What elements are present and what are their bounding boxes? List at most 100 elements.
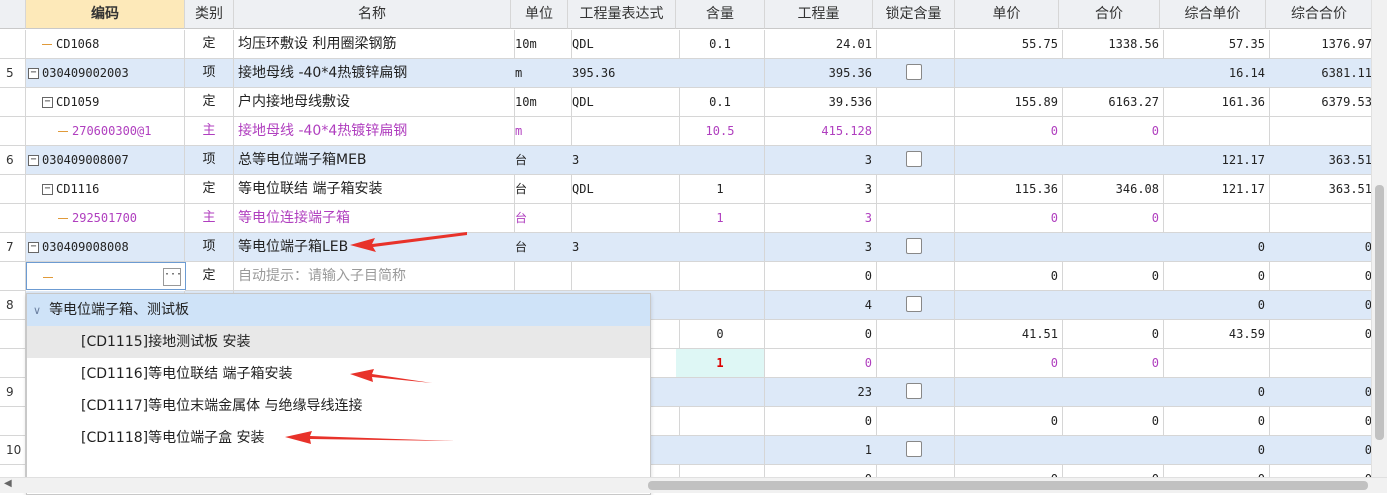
cell-price[interactable] [955, 233, 1063, 262]
cell-unit[interactable]: m [511, 117, 572, 146]
cell-expr[interactable] [568, 262, 680, 291]
table-row[interactable]: 6−030409008007 项总等电位端子箱MEB 台 3 3 121.17 363.51 [0, 146, 1372, 175]
cell-type[interactable]: 定 [185, 175, 234, 204]
cell-amount[interactable]: 0 [765, 349, 877, 378]
cell-lock[interactable] [873, 30, 955, 59]
cell-expr[interactable]: 3 [568, 233, 680, 262]
cell-total[interactable]: 0 [1059, 117, 1164, 146]
cell-unit[interactable]: m [511, 59, 572, 88]
cell-price[interactable] [955, 378, 1063, 407]
cell-cprice[interactable]: 0 [1160, 262, 1270, 291]
cell-ctotal[interactable]: 0 [1266, 262, 1372, 291]
dropdown-item-cd1115[interactable]: [CD1115]接地测试板 安装 [27, 326, 650, 358]
cell-lock[interactable] [873, 349, 955, 378]
cell-lock[interactable] [873, 175, 955, 204]
table-row[interactable]: 5−030409002003 项接地母线 -40*4热镀锌扁钢 m 395.36 395… [0, 59, 1372, 88]
cell-expr[interactable]: 395.36 [568, 59, 680, 88]
cell-amount[interactable]: 23 [765, 378, 877, 407]
table-row[interactable]: 7−030409008008 项等电位端子箱LEB 台 3 3 0 0 [0, 233, 1372, 262]
cell-amount[interactable]: 415.128 [765, 117, 877, 146]
cell-amount[interactable]: 3 [765, 146, 877, 175]
cell-lock[interactable] [873, 233, 955, 262]
cell-expr[interactable]: QDL [568, 30, 680, 59]
header-expr[interactable]: 工程量表达式 [568, 0, 676, 29]
cell-lock[interactable] [873, 59, 955, 88]
cell-total[interactable] [1059, 59, 1164, 88]
cell-total[interactable] [1059, 146, 1164, 175]
cell-price[interactable]: 0 [955, 204, 1063, 233]
cell-qty[interactable]: 0.1 [676, 88, 765, 117]
collapse-toggle-icon[interactable]: − [28, 155, 39, 166]
cell-qty[interactable] [676, 233, 765, 262]
cell-unit[interactable]: 台 [511, 233, 572, 262]
cell-expr[interactable]: QDL [568, 88, 680, 117]
cell-total[interactable]: 1338.56 [1059, 30, 1164, 59]
cell-total[interactable]: 346.08 [1059, 175, 1164, 204]
cell-name[interactable]: 户内接地母线敷设 [234, 88, 515, 117]
cell-amount[interactable]: 395.36 [765, 59, 877, 88]
cell-price[interactable]: 0 [955, 349, 1063, 378]
cell-qty[interactable] [676, 146, 765, 175]
cell-ctotal[interactable]: 0 [1266, 320, 1372, 349]
header-ctotal[interactable]: 综合合价 [1266, 0, 1372, 29]
cell-price[interactable] [955, 146, 1063, 175]
cell-lock[interactable] [873, 204, 955, 233]
lock-checkbox[interactable] [905, 63, 922, 80]
horizontal-scrollbar[interactable]: ◀ [0, 477, 1387, 493]
cell-unit[interactable]: 台 [511, 204, 572, 233]
header-lock[interactable]: 锁定含量 [873, 0, 955, 29]
header-total[interactable]: 合价 [1059, 0, 1160, 29]
cell-type[interactable]: 主 [185, 117, 234, 146]
cell-qty[interactable] [676, 407, 765, 436]
collapse-toggle-icon[interactable]: − [42, 97, 53, 108]
header-qty[interactable]: 含量 [676, 0, 765, 29]
cell-code[interactable]: − CD1116 [26, 175, 185, 204]
cell-cprice[interactable]: 121.17 [1160, 146, 1270, 175]
vertical-scrollbar[interactable] [1371, 0, 1387, 478]
cell-name[interactable]: 均压环敷设 利用圈梁钢筋 [234, 30, 515, 59]
cell-amount[interactable]: 1 [765, 436, 877, 465]
cell-unit[interactable]: 10m [511, 30, 572, 59]
cell-price[interactable]: 0 [955, 117, 1063, 146]
header-amount[interactable]: 工程量 [765, 0, 873, 29]
cell-qty[interactable]: 1 [676, 349, 765, 378]
cell-type[interactable]: 主 [185, 204, 234, 233]
cell-cprice[interactable]: 121.17 [1160, 175, 1270, 204]
cell-expr[interactable]: 3 [568, 146, 680, 175]
header-cprice[interactable]: 综合单价 [1160, 0, 1266, 29]
cell-total[interactable]: 0 [1059, 204, 1164, 233]
cell-price[interactable] [955, 59, 1063, 88]
cell-code[interactable]: 27060030​0@1 [26, 117, 185, 146]
cell-name[interactable]: 等电位连接端子箱 [234, 204, 515, 233]
cell-cprice[interactable] [1160, 204, 1270, 233]
cell-code[interactable]: 292501700 [26, 204, 185, 233]
cell-code[interactable]: CD1068 [26, 30, 185, 59]
cell-total[interactable]: 0 [1059, 349, 1164, 378]
collapse-toggle-icon[interactable]: − [42, 184, 53, 195]
lock-checkbox[interactable] [905, 440, 922, 457]
cell-qty[interactable] [676, 59, 765, 88]
cell-ctotal[interactable]: 363.51 [1266, 146, 1372, 175]
cell-lock[interactable] [873, 88, 955, 117]
cell-cprice[interactable]: 0 [1160, 291, 1270, 320]
cell-price[interactable]: 155.89 [955, 88, 1063, 117]
cell-code[interactable]: −030409002003 [26, 59, 185, 88]
horizontal-scroll-thumb[interactable] [648, 481, 1368, 490]
cell-type[interactable]: 定 [185, 30, 234, 59]
cell-ctotal[interactable]: 6381.11 [1266, 59, 1372, 88]
cell-amount[interactable]: 0 [765, 407, 877, 436]
cell-code[interactable]: − CD1059 [26, 88, 185, 117]
cell-lock[interactable] [873, 117, 955, 146]
cell-amount[interactable]: 3 [765, 175, 877, 204]
cell-cprice[interactable]: 0 [1160, 233, 1270, 262]
cell-cprice[interactable]: 0 [1160, 407, 1270, 436]
cell-lock[interactable] [873, 436, 955, 465]
cell-cprice[interactable]: 161.36 [1160, 88, 1270, 117]
table-row[interactable]: − CD1116 定等电位联结 端子箱安装台 QDL 1 3 115.36 346.08 121… [0, 175, 1372, 204]
cell-type[interactable]: 定 [185, 88, 234, 117]
cell-name[interactable]: 总等电位端子箱MEB [234, 146, 515, 175]
cell-qty[interactable] [676, 378, 765, 407]
cell-ctotal[interactable]: 0 [1266, 233, 1372, 262]
cell-lock[interactable] [873, 407, 955, 436]
collapse-toggle-icon[interactable]: − [28, 68, 39, 79]
